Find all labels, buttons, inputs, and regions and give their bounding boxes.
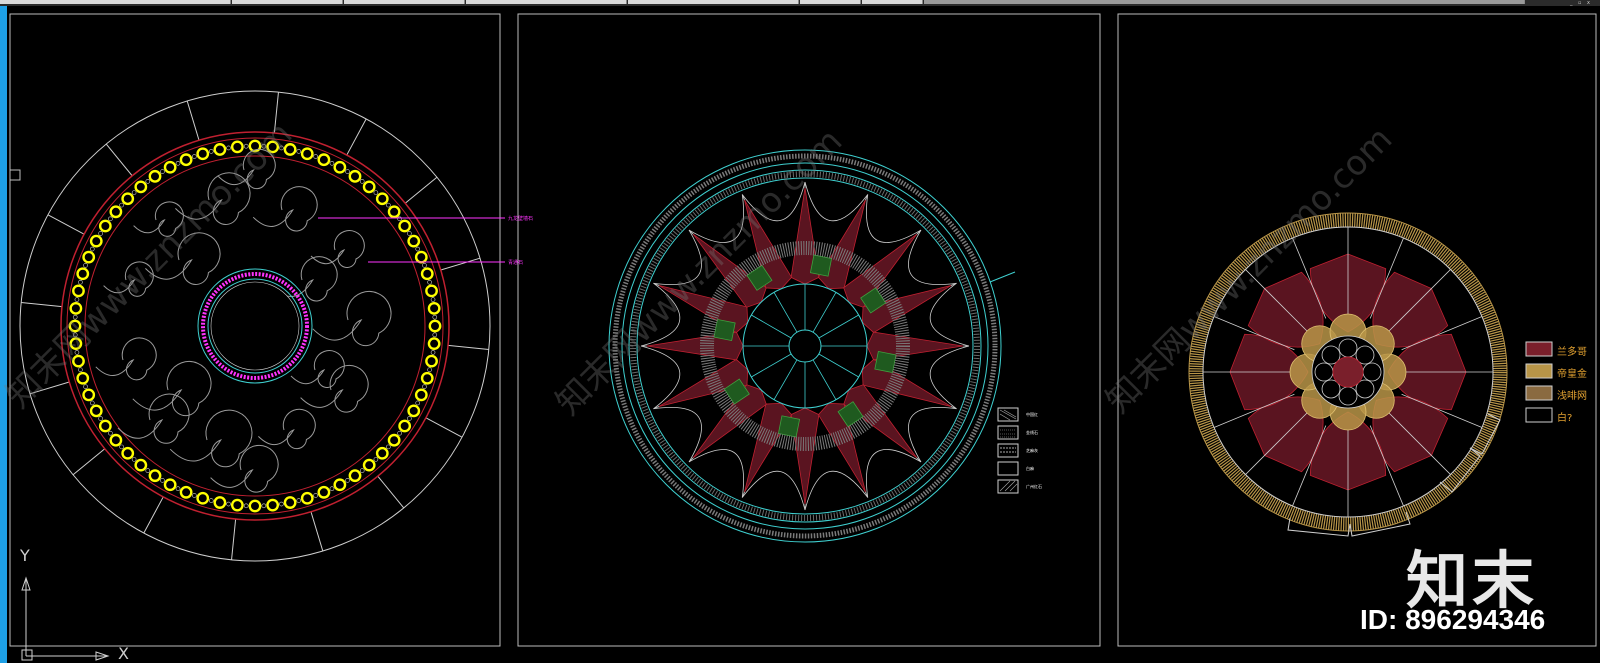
ucs-axis-icon	[21, 576, 110, 661]
annotation-label: 青通石	[508, 260, 524, 266]
legend-label: 帝皇金	[1557, 369, 1587, 380]
legend-swatch	[1525, 363, 1553, 379]
cad-drawing-canvas[interactable]	[0, 0, 1600, 663]
legend-label: 芝麻灰	[1026, 448, 1038, 453]
legend-label: 兰多哥	[1557, 347, 1587, 358]
legend-swatch	[997, 443, 1019, 458]
annotation-label: 九龙壁墙石	[508, 216, 534, 222]
legend-label: 白?	[1557, 413, 1573, 424]
legend-swatch	[1525, 341, 1553, 357]
viewport-square-icon[interactable]	[9, 169, 21, 181]
legend-label: 浅啡网	[1557, 391, 1587, 402]
legend-swatch	[1525, 407, 1553, 423]
legend-swatch	[997, 461, 1019, 476]
x-axis-label: X	[118, 644, 129, 663]
legend-label: 广州红石	[1026, 484, 1042, 489]
y-axis-label: Y	[20, 546, 30, 565]
legend-swatch	[997, 479, 1019, 494]
center-medallion	[608, 149, 1016, 543]
legend-swatch	[1525, 385, 1553, 401]
image-id-watermark: ID: 896294346	[1360, 604, 1546, 635]
legend-label: 中国红	[1026, 412, 1038, 417]
center-legend	[997, 407, 1019, 494]
legend-label: 白麻	[1026, 466, 1034, 471]
legend-label: 金线石	[1026, 430, 1038, 435]
right-legend	[1525, 341, 1553, 423]
